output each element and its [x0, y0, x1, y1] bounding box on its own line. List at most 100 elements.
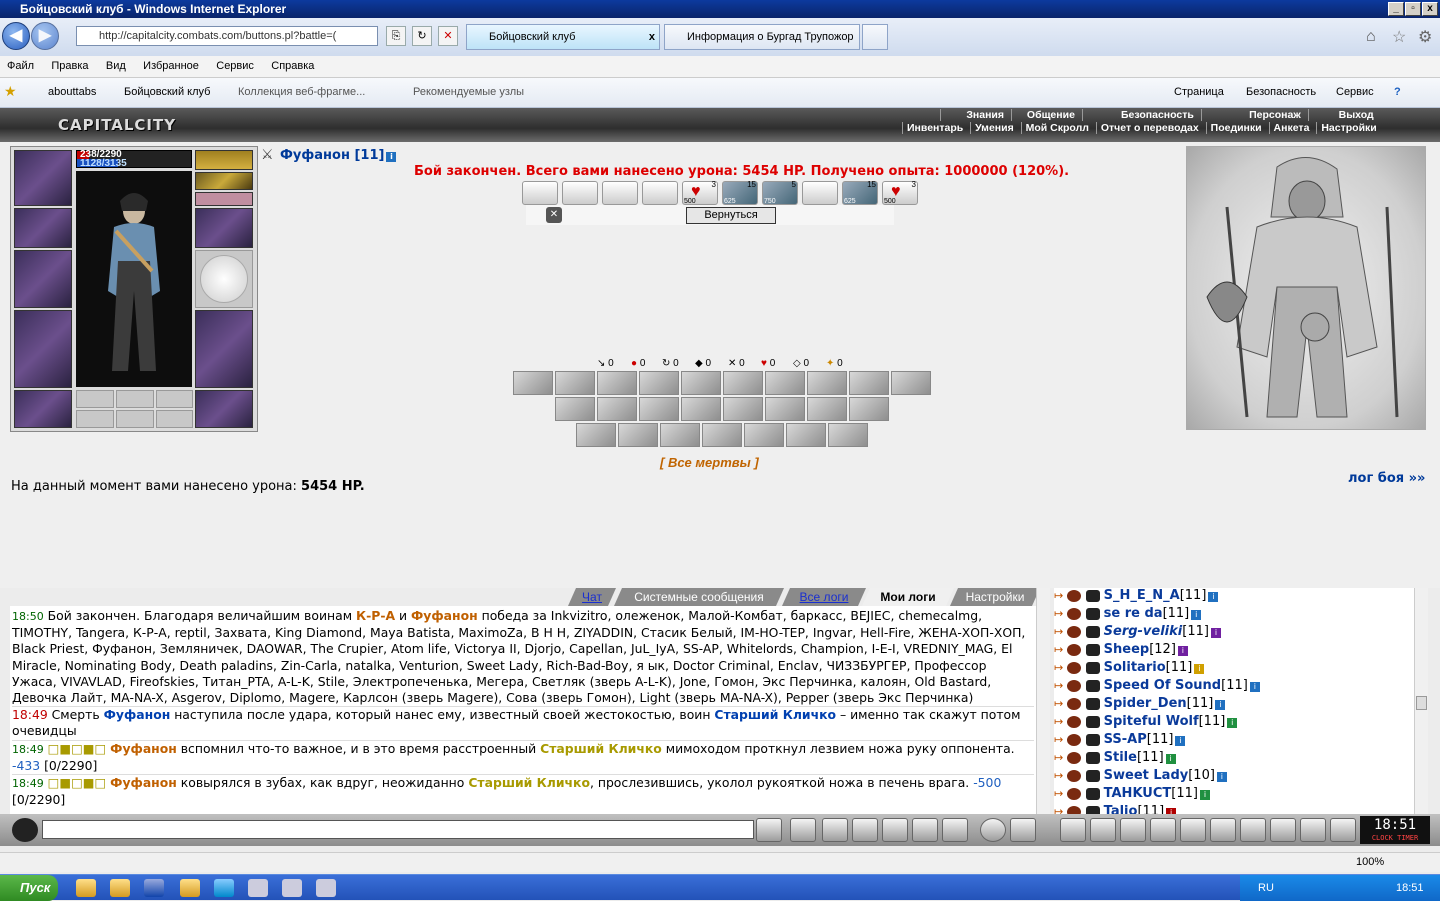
pocket-slot[interactable]	[76, 410, 114, 428]
private-arrow-icon[interactable]: ↦	[1054, 607, 1063, 620]
refresh-icon[interactable]: ↻	[412, 26, 432, 46]
back-button[interactable]: ◀	[2, 22, 30, 50]
tab-player-info[interactable]: Информация о Бургад Трупожор	[664, 24, 860, 50]
window-icon[interactable]	[316, 879, 336, 897]
tab-system-messages[interactable]: Системные сообщения	[614, 588, 784, 606]
user-row[interactable]: ↦ Spider_Den[11] i	[1054, 696, 1226, 714]
player-name[interactable]: Фуфанон [11] i	[280, 148, 397, 163]
tab-all-logs[interactable]: Все логи	[782, 588, 866, 606]
help-icon[interactable]: ?	[1394, 86, 1401, 98]
smiley-menu-icon[interactable]	[12, 818, 38, 842]
trick-slot[interactable]	[602, 181, 638, 205]
all-dead-link[interactable]: [ Все мертвы ]	[660, 455, 759, 470]
trick-icon[interactable]	[891, 371, 931, 395]
user-name[interactable]: Sheep	[1104, 642, 1150, 657]
trick-icon[interactable]	[618, 423, 658, 447]
menu-transfer-report[interactable]: Отчет о переводах	[1095, 122, 1203, 134]
trick-icon[interactable]	[681, 397, 721, 421]
trick-icon[interactable]	[576, 423, 616, 447]
user-row[interactable]: ↦ Serg-veliki[11] i	[1054, 624, 1221, 642]
window-icon[interactable]	[282, 879, 302, 897]
private-arrow-icon[interactable]: ↦	[1054, 643, 1063, 656]
language-indicator[interactable]: RU	[1258, 875, 1274, 901]
user-name[interactable]: Talio	[1104, 804, 1138, 814]
fav-abouttabs[interactable]: abouttabs	[48, 86, 96, 98]
user-row[interactable]: ↦ Sheep[12] i	[1054, 642, 1188, 660]
trick-icon[interactable]	[702, 423, 742, 447]
menu-file[interactable]: Файл	[0, 56, 41, 76]
legs-slot[interactable]	[195, 310, 253, 388]
user-name[interactable]: Solitario	[1104, 660, 1166, 675]
trick-slot[interactable]	[562, 181, 598, 205]
private-arrow-icon[interactable]: ↦	[1054, 769, 1063, 782]
gear-icon[interactable]: ⚙	[1418, 27, 1432, 47]
shield-icon[interactable]: ✕	[546, 207, 562, 223]
shield-slot[interactable]	[195, 250, 253, 308]
menu-character[interactable]: Персонаж	[1200, 109, 1305, 121]
user-name[interactable]: S_H_E_N_A	[1104, 588, 1180, 603]
close-window-button[interactable]: x	[1422, 2, 1438, 16]
translit-icon[interactable]	[912, 818, 938, 842]
armor-slot[interactable]	[14, 310, 72, 388]
stop-icon[interactable]: ✕	[438, 26, 458, 46]
trick-icon[interactable]	[555, 397, 595, 421]
user-info-icon[interactable]: i	[1175, 736, 1186, 746]
trick-icon[interactable]	[786, 423, 826, 447]
user-info-icon[interactable]: i	[1208, 592, 1219, 602]
trick-icon[interactable]	[807, 397, 847, 421]
private-arrow-icon[interactable]: ↦	[1054, 715, 1063, 728]
home-icon[interactable]: ⌂	[1366, 28, 1376, 46]
belt-slot[interactable]	[14, 390, 72, 428]
trick-icon[interactable]	[807, 371, 847, 395]
menu-favorites[interactable]: Избранное	[136, 56, 206, 76]
menu-exit[interactable]: Выход	[1307, 109, 1378, 121]
tab-my-logs[interactable]: Мои логи	[862, 588, 954, 606]
user-row[interactable]: ↦ S_H_E_N_A[11] i	[1054, 588, 1219, 606]
user-info-icon[interactable]: i	[1215, 700, 1226, 710]
user-row[interactable]: ↦ SS-AP[11] i	[1054, 732, 1186, 750]
map-icon[interactable]	[1150, 818, 1176, 842]
user-row[interactable]: ↦ se re da[11] i	[1054, 606, 1202, 624]
trick-icon[interactable]	[723, 397, 763, 421]
user-info-icon[interactable]: i	[1191, 610, 1202, 620]
user-name[interactable]: Speed Of Sound	[1104, 678, 1221, 693]
clan-icon[interactable]	[1210, 818, 1236, 842]
private-arrow-icon[interactable]: ↦	[1054, 661, 1063, 674]
trick-slot[interactable]	[802, 181, 838, 205]
return-button[interactable]: Вернуться	[686, 207, 776, 224]
menu-skills[interactable]: Умения	[970, 122, 1018, 134]
menu-profile[interactable]: Анкета	[1268, 122, 1314, 134]
pocket-slot[interactable]	[76, 390, 114, 408]
info-icon[interactable]: i	[386, 152, 397, 162]
fav-fight-club[interactable]: Бойцовский клуб	[124, 86, 210, 98]
tab-chat[interactable]: Чат	[568, 588, 616, 606]
sound-icon[interactable]	[942, 818, 968, 842]
chat-scrollbar[interactable]	[1036, 588, 1050, 814]
trick-icon[interactable]	[660, 423, 700, 447]
pocket-slot[interactable]	[116, 390, 154, 408]
boots-slot[interactable]	[195, 390, 253, 428]
zoom-level[interactable]: 100%	[1356, 856, 1384, 868]
pocket-slot[interactable]	[156, 390, 193, 408]
media-player-icon[interactable]	[76, 879, 96, 897]
trick-icon[interactable]	[597, 397, 637, 421]
private-arrow-icon[interactable]: ↦	[1054, 589, 1063, 602]
tab-settings[interactable]: Настройки	[950, 588, 1040, 606]
user-row[interactable]: ↦ TAHKUCT[11] i	[1054, 786, 1210, 804]
menu-knowledge[interactable]: Знания	[940, 109, 1008, 121]
user-info-icon[interactable]: i	[1249, 682, 1260, 692]
duels-icon[interactable]	[1180, 818, 1206, 842]
fav-webslice-gallery[interactable]: Коллекция веб-фрагме...	[238, 86, 365, 98]
forward-button[interactable]: ▶	[31, 22, 59, 50]
gloves-slot[interactable]	[195, 208, 253, 248]
menu-duels[interactable]: Поединки	[1205, 122, 1266, 134]
favorites-star-icon[interactable]: ★	[4, 83, 17, 100]
user-name[interactable]: se re da	[1104, 606, 1163, 621]
compat-icon[interactable]: ⎘	[386, 26, 406, 46]
ie-icon[interactable]	[144, 879, 164, 897]
menu-settings[interactable]: Настройки	[1316, 122, 1380, 134]
trick-icon[interactable]	[849, 397, 889, 421]
private-arrow-icon[interactable]: ↦	[1054, 751, 1063, 764]
menu-help[interactable]: Справка	[264, 56, 321, 76]
private-arrow-icon[interactable]: ↦	[1054, 805, 1063, 814]
